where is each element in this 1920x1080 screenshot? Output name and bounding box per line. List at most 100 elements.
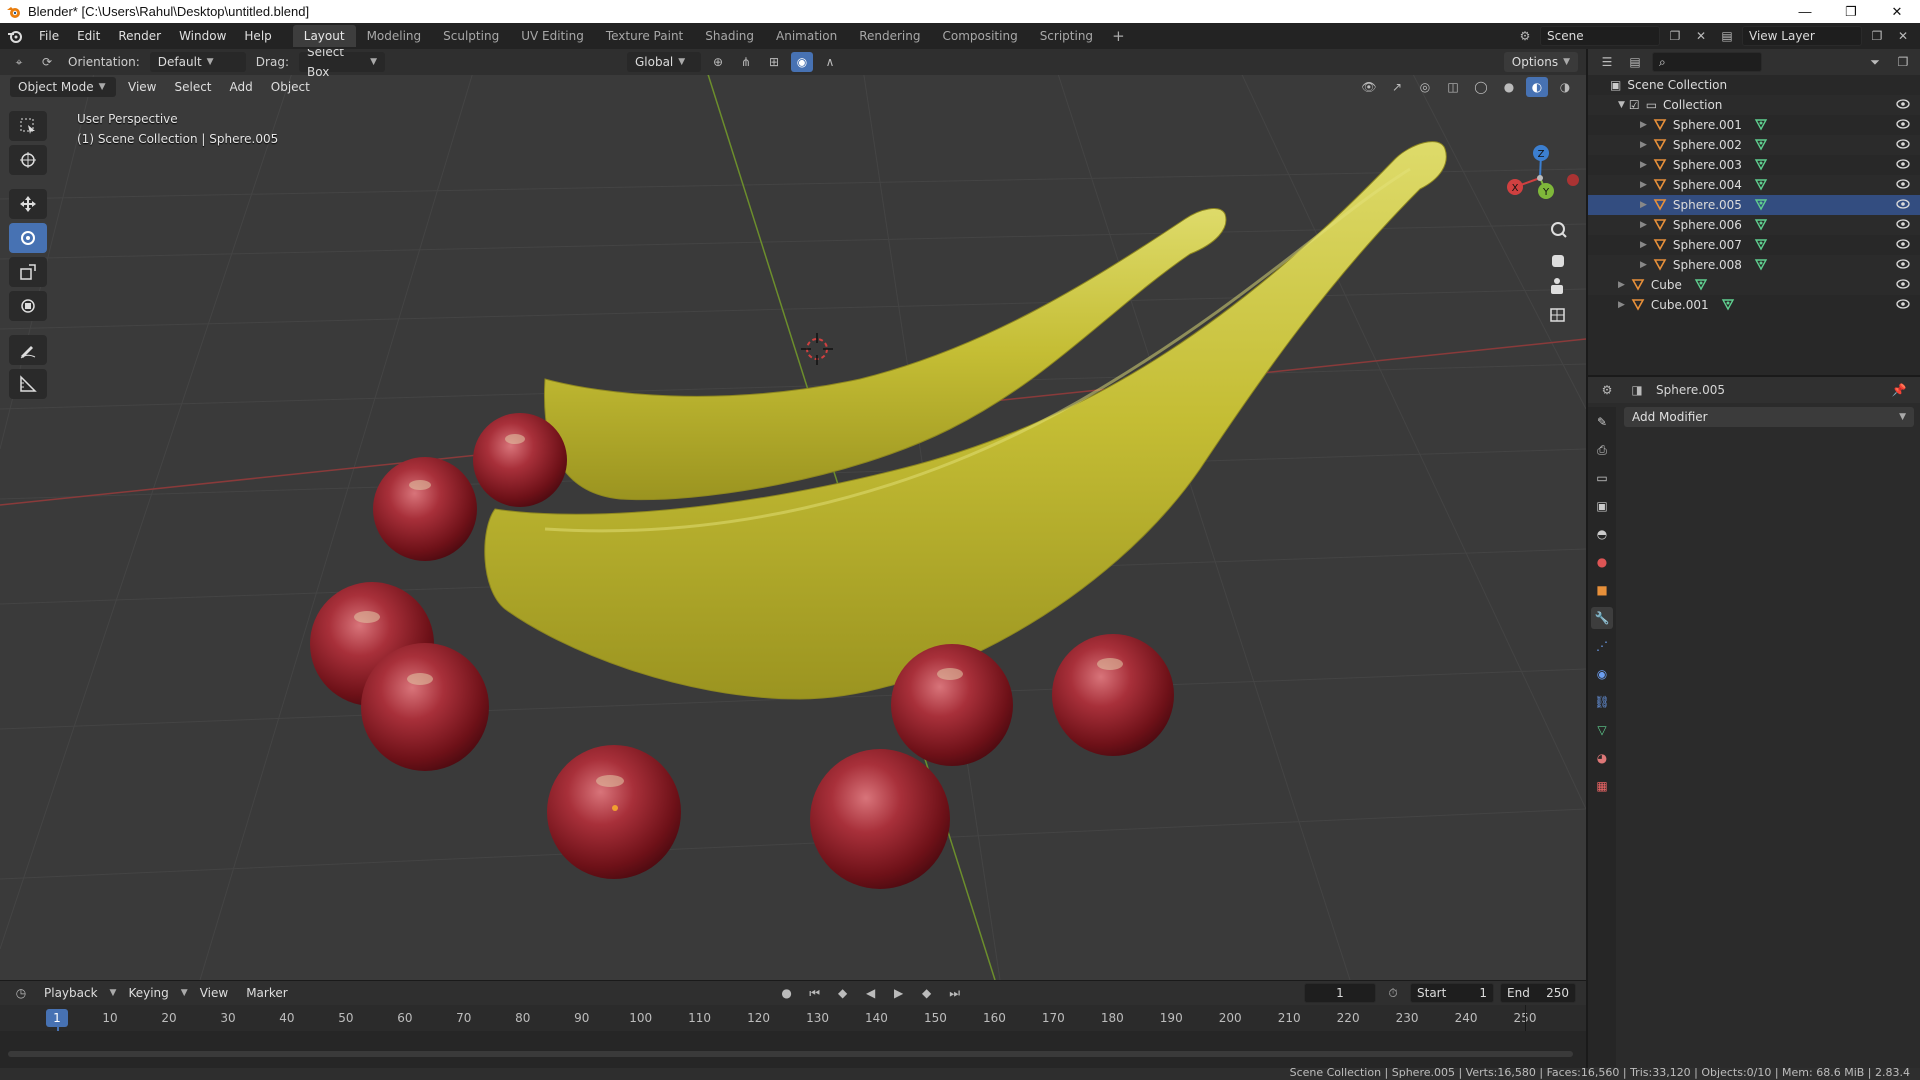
- tab-compositing[interactable]: Compositing: [931, 25, 1028, 47]
- eye-icon[interactable]: [1896, 238, 1910, 252]
- menu-keying[interactable]: Keying: [122, 986, 174, 1000]
- constraints-tab-icon[interactable]: ⛓: [1591, 691, 1613, 713]
- menu-render[interactable]: Render: [109, 23, 170, 49]
- current-frame-marker[interactable]: 1: [46, 1009, 68, 1027]
- outliner-item-sphere-003[interactable]: ▶ Sphere.003: [1588, 155, 1920, 175]
- snap-target-icon[interactable]: ⊞: [763, 52, 785, 72]
- blender-menu-icon[interactable]: [0, 23, 30, 49]
- render-tab-icon[interactable]: ⎙: [1591, 439, 1613, 461]
- end-frame-field[interactable]: End 250: [1500, 983, 1576, 1003]
- menu-view[interactable]: View: [122, 80, 162, 94]
- timeline-editor-type-icon[interactable]: ◷: [10, 983, 32, 1003]
- tab-animation[interactable]: Animation: [765, 25, 848, 47]
- falloff-icon[interactable]: ∧: [819, 52, 841, 72]
- record-icon[interactable]: ●: [776, 983, 798, 1003]
- select-box-tool[interactable]: [9, 111, 47, 141]
- eye-icon[interactable]: [1896, 218, 1910, 232]
- jump-end-icon[interactable]: ⏭: [944, 983, 966, 1003]
- add-modifier-dropdown[interactable]: Add Modifier ▼: [1624, 407, 1914, 427]
- snap-icon[interactable]: ⋔: [735, 52, 757, 72]
- eye-icon[interactable]: [1896, 198, 1910, 212]
- tab-uv-editing[interactable]: UV Editing: [510, 25, 595, 47]
- material-shading-icon[interactable]: ◐: [1526, 77, 1548, 97]
- transform-tool[interactable]: [9, 291, 47, 321]
- tab-modeling[interactable]: Modeling: [356, 25, 433, 47]
- tab-shading[interactable]: Shading: [694, 25, 765, 47]
- filter-icon[interactable]: ⏷: [1864, 52, 1886, 72]
- outliner-item-sphere-001[interactable]: ▶ Sphere.001: [1588, 115, 1920, 135]
- modifier-tab-icon[interactable]: 🔧: [1591, 607, 1613, 629]
- visibility-icon[interactable]: 👁: [1358, 77, 1380, 97]
- tab-layout[interactable]: Layout: [292, 25, 356, 47]
- 3d-viewport[interactable]: ⌖ ⟳ Orientation: Default ▼ Drag: Select B…: [0, 49, 1586, 980]
- perspective-grid-icon[interactable]: [1550, 308, 1565, 322]
- minimize-button[interactable]: —: [1782, 0, 1828, 23]
- jump-start-icon[interactable]: ⏮: [804, 983, 826, 1003]
- tab-rendering[interactable]: Rendering: [848, 25, 931, 47]
- outliner-item-sphere-006[interactable]: ▶ Sphere.006: [1588, 215, 1920, 235]
- expand-arrow-icon[interactable]: ▶: [1618, 300, 1625, 310]
- scale-tool[interactable]: [9, 257, 47, 287]
- pivot-point-icon[interactable]: ⊕: [707, 52, 729, 72]
- display-mode-icon[interactable]: ▤: [1624, 52, 1646, 72]
- outliner-item-cube[interactable]: ▶ Cube: [1588, 275, 1920, 295]
- material-tab-icon[interactable]: ◕: [1591, 747, 1613, 769]
- tab-texture-paint[interactable]: Texture Paint: [595, 25, 694, 47]
- expand-arrow-icon[interactable]: ▶: [1640, 220, 1647, 230]
- outliner-item-sphere-005[interactable]: ▶ Sphere.005: [1588, 195, 1920, 215]
- gizmo-toggle-icon[interactable]: ↗: [1386, 77, 1408, 97]
- menu-file[interactable]: File: [30, 23, 68, 49]
- scene-field[interactable]: Scene: [1540, 26, 1660, 46]
- scene-tab-icon[interactable]: ◓: [1591, 523, 1613, 545]
- maximize-button[interactable]: ❐: [1828, 0, 1874, 23]
- menu-window[interactable]: Window: [170, 23, 235, 49]
- checkbox-icon[interactable]: ☑: [1629, 98, 1640, 112]
- outliner-item-sphere-002[interactable]: ▶ Sphere.002: [1588, 135, 1920, 155]
- particles-tab-icon[interactable]: ⋰: [1591, 635, 1613, 657]
- close-button[interactable]: ✕: [1874, 0, 1920, 23]
- eye-icon[interactable]: [1896, 158, 1910, 172]
- world-tab-icon[interactable]: ●: [1591, 551, 1613, 573]
- tab-scripting[interactable]: Scripting: [1029, 25, 1104, 47]
- eye-icon[interactable]: [1896, 138, 1910, 152]
- outliner-collection[interactable]: ▼ ☑ ▭ Collection: [1588, 95, 1920, 115]
- cursor-tool[interactable]: [9, 145, 47, 175]
- pan-hand-icon[interactable]: [1552, 255, 1564, 267]
- wireframe-shading-icon[interactable]: ◯: [1470, 77, 1492, 97]
- new-collection-icon[interactable]: ❐: [1892, 52, 1914, 72]
- solid-shading-icon[interactable]: ●: [1498, 77, 1520, 97]
- play-icon[interactable]: ▶: [888, 983, 910, 1003]
- menu-marker[interactable]: Marker: [240, 986, 293, 1000]
- eye-icon[interactable]: [1896, 118, 1910, 132]
- timeline-track[interactable]: [0, 1031, 1586, 1069]
- outliner-item-sphere-004[interactable]: ▶ Sphere.004: [1588, 175, 1920, 195]
- menu-timeline-view[interactable]: View: [194, 986, 234, 1000]
- rendered-shading-icon[interactable]: ◑: [1554, 77, 1576, 97]
- camera-icon[interactable]: [1551, 278, 1563, 294]
- tab-sculpting[interactable]: Sculpting: [432, 25, 510, 47]
- scene-selector-icon[interactable]: ⚙: [1514, 26, 1536, 46]
- expand-arrow-icon[interactable]: ▶: [1618, 280, 1625, 290]
- drag-dropdown[interactable]: Select Box ▼: [298, 49, 385, 79]
- delete-scene-icon[interactable]: ✕: [1690, 26, 1712, 46]
- expand-arrow-icon[interactable]: ▶: [1640, 160, 1647, 170]
- expand-arrow-icon[interactable]: ▼: [1618, 100, 1625, 110]
- menu-select[interactable]: Select: [168, 80, 217, 94]
- play-reverse-icon[interactable]: ◀: [860, 983, 882, 1003]
- delete-view-layer-icon[interactable]: ✕: [1892, 26, 1914, 46]
- start-frame-field[interactable]: Start 1: [1410, 983, 1494, 1003]
- expand-arrow-icon[interactable]: ▶: [1640, 140, 1647, 150]
- mode-dropdown[interactable]: Object Mode ▼: [10, 77, 116, 97]
- expand-arrow-icon[interactable]: ▶: [1640, 260, 1647, 270]
- proportional-edit-icon[interactable]: ◉: [790, 52, 813, 72]
- prev-keyframe-icon[interactable]: ◆: [832, 983, 854, 1003]
- view-layer-field[interactable]: View Layer: [1742, 26, 1862, 46]
- expand-arrow-icon[interactable]: ▶: [1640, 180, 1647, 190]
- transform-orientation-dropdown[interactable]: Global ▼: [626, 52, 701, 72]
- pin-icon[interactable]: 📌: [1888, 380, 1910, 400]
- eye-icon[interactable]: [1896, 178, 1910, 192]
- tool-tab-icon[interactable]: ✎: [1591, 411, 1613, 433]
- menu-object[interactable]: Object: [265, 80, 316, 94]
- view-layer-icon[interactable]: ▤: [1716, 26, 1738, 46]
- expand-arrow-icon[interactable]: ▶: [1640, 200, 1647, 210]
